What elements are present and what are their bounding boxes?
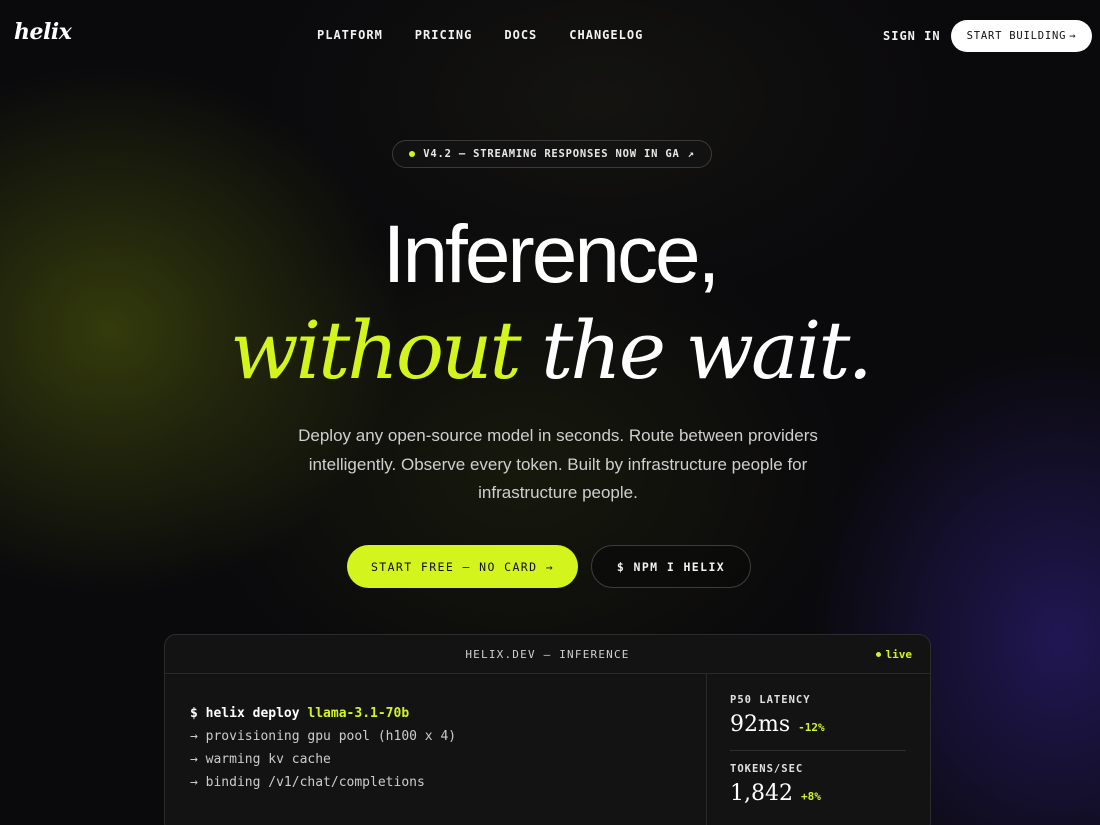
top-nav: helix PLATFORM PRICING DOCS CHANGELOG SI… (0, 0, 1100, 70)
arrow-right-icon: → (1069, 30, 1077, 42)
announcement-badge[interactable]: V4.2 — STREAMING RESPONSES NOW IN GA ↗ (392, 140, 712, 168)
hero-title-line2: without the wait. (0, 296, 1100, 406)
logo[interactable]: helix (14, 19, 72, 45)
stat-row: 1,842 +8% (730, 781, 821, 806)
terminal-title: HELIX.DEV — INFERENCE (465, 648, 630, 661)
terminal-stats: P50 LATENCY 92ms -12% TOKENS/SEC 1,842 +… (708, 674, 930, 825)
arrow-up-right-icon: ↗ (687, 148, 695, 160)
announcement-text: V4.2 — STREAMING RESPONSES NOW IN GA (423, 148, 680, 160)
stat-value: 92ms (730, 712, 791, 737)
npm-install-button[interactable]: $ NPM I HELIX (591, 545, 751, 588)
stat-p50-latency: P50 LATENCY 92ms -12% (730, 694, 825, 737)
stat-value: 1,842 (730, 781, 793, 806)
sign-in-link[interactable]: SIGN IN (883, 29, 941, 43)
stat-delta: -12% (798, 721, 825, 734)
hero-title-rest: the wait. (518, 304, 873, 397)
live-label: live (885, 648, 913, 661)
start-building-button[interactable]: START BUILDING → (951, 20, 1092, 52)
stat-row: 92ms -12% (730, 712, 825, 737)
terminal-line: → warming kv cache (190, 752, 331, 767)
nav-links: PLATFORM PRICING DOCS CHANGELOG (317, 28, 643, 42)
nav-link-platform[interactable]: PLATFORM (317, 28, 383, 42)
terminal-model: llama-3.1-70b (307, 706, 410, 721)
nav-link-changelog[interactable]: CHANGELOG (569, 28, 643, 42)
terminal-line: → binding /v1/chat/completions (190, 775, 425, 790)
nav-link-docs[interactable]: DOCS (504, 28, 537, 42)
terminal-command: $ helix deploy (190, 706, 308, 721)
hero-title-accent: without (230, 304, 522, 397)
start-free-button[interactable]: START FREE — NO CARD → (347, 545, 578, 588)
stat-delta: +8% (800, 790, 821, 803)
terminal-header: HELIX.DEV — INFERENCE live (165, 635, 930, 674)
stat-divider (730, 750, 906, 751)
terminal-command-line: $ helix deploy llama-3.1-70b (190, 702, 456, 725)
stat-label: P50 LATENCY (730, 694, 811, 706)
terminal-line: → provisioning gpu pool (h100 x 4) (190, 729, 457, 744)
live-dot-icon (875, 652, 881, 657)
hero-subtitle: Deploy any open-source model in seconds.… (298, 426, 818, 502)
status-dot-icon (409, 151, 416, 157)
stat-tokens-per-sec: TOKENS/SEC 1,842 +8% (730, 763, 821, 806)
terminal-body: $ helix deploy llama-3.1-70b → provision… (165, 674, 930, 825)
nav-link-pricing[interactable]: PRICING (415, 28, 473, 42)
hero-title-line1: Inference, (382, 209, 721, 300)
terminal-window: HELIX.DEV — INFERENCE live $ helix deplo… (164, 634, 931, 825)
live-indicator: live (875, 648, 913, 661)
terminal-lines: $ helix deploy llama-3.1-70b → provision… (190, 702, 456, 794)
terminal-log: $ helix deploy llama-3.1-70b → provision… (165, 674, 707, 825)
stat-label: TOKENS/SEC (730, 763, 804, 775)
start-building-label: START BUILDING (966, 30, 1067, 42)
